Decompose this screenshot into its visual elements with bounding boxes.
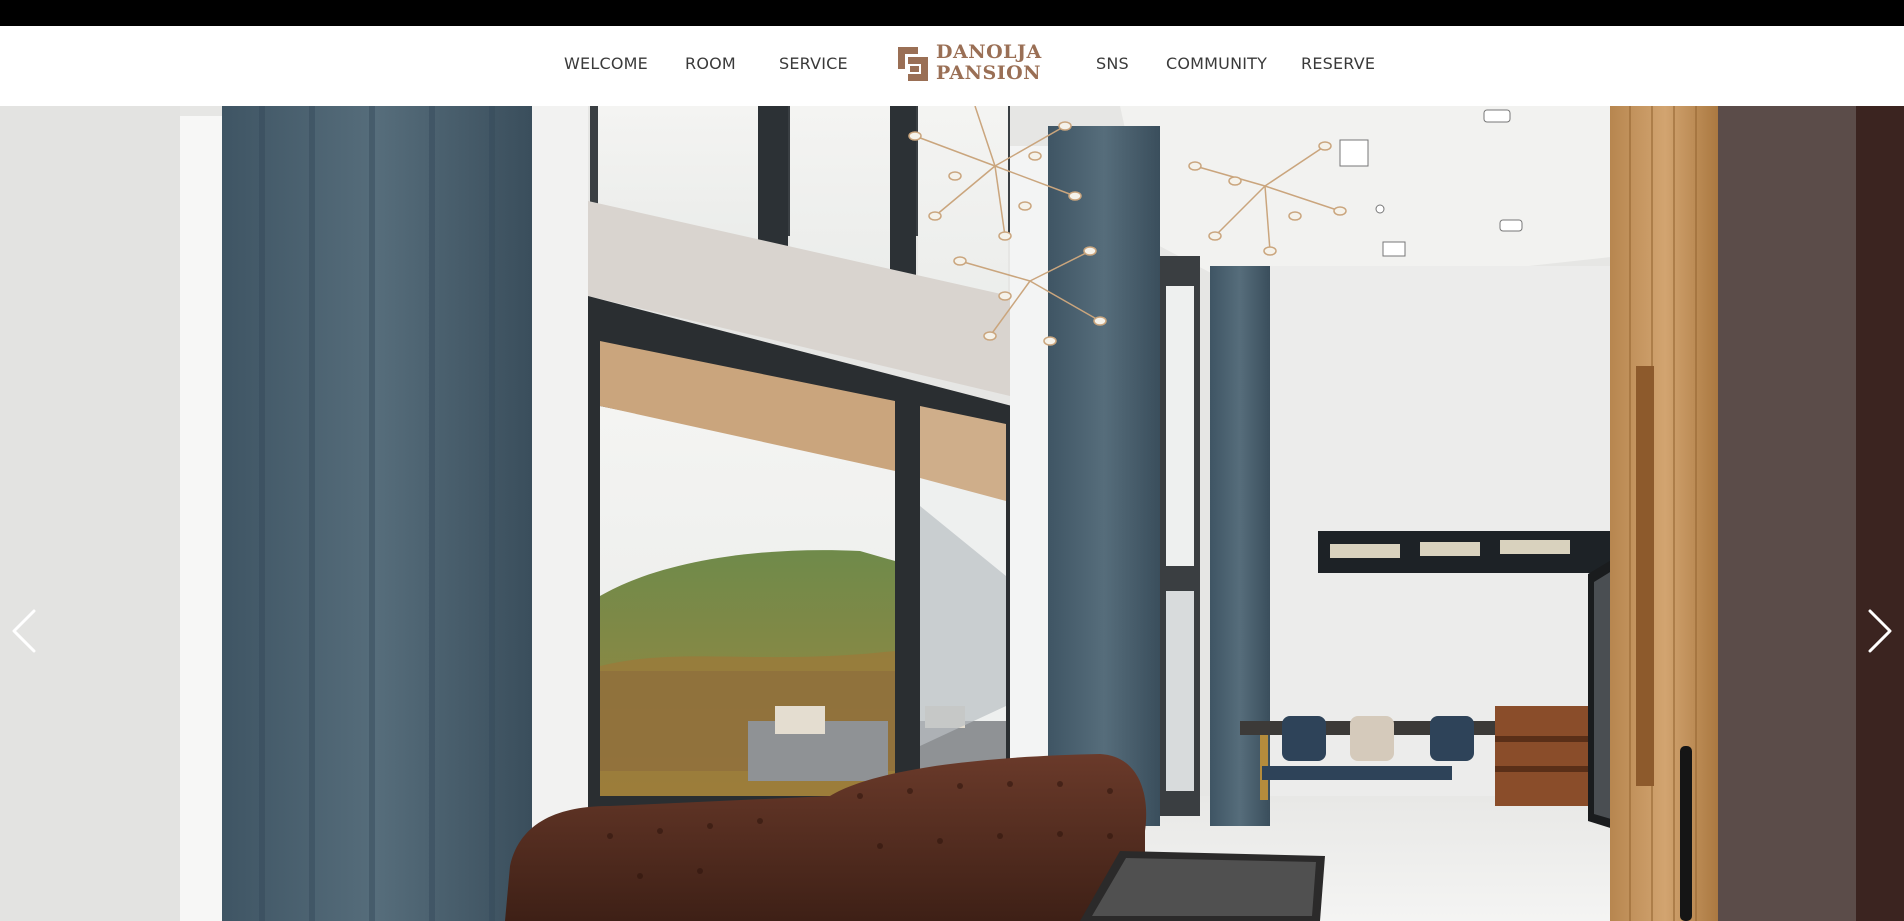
- nav-welcome[interactable]: WELCOME: [564, 26, 648, 106]
- nav-sns[interactable]: SNS: [1096, 26, 1129, 106]
- chevron-right-icon: [1868, 609, 1892, 653]
- nav-reserve[interactable]: RESERVE: [1301, 26, 1375, 106]
- slider-next-button[interactable]: [1858, 601, 1902, 661]
- logo-line-1: DANOLJA: [936, 41, 1042, 63]
- logo-mark-icon: [898, 47, 928, 81]
- top-black-bar: [0, 0, 1904, 26]
- slider-prev-button[interactable]: [2, 601, 46, 661]
- site-logo[interactable]: DANOLJA PANSION: [896, 42, 1042, 86]
- chevron-left-icon: [12, 609, 36, 653]
- logo-wordmark: DANOLJA PANSION: [936, 42, 1042, 84]
- nav-room[interactable]: ROOM: [685, 26, 736, 106]
- logo-line-2: PANSION: [936, 62, 1042, 84]
- nav-community[interactable]: COMMUNITY: [1166, 26, 1267, 106]
- hero-slider[interactable]: [0, 106, 1904, 921]
- site-header: WELCOME ROOM SERVICE DANOLJA PANSION SNS…: [0, 26, 1904, 106]
- nav-service[interactable]: SERVICE: [779, 26, 848, 106]
- hero-interior-image: [0, 106, 1904, 921]
